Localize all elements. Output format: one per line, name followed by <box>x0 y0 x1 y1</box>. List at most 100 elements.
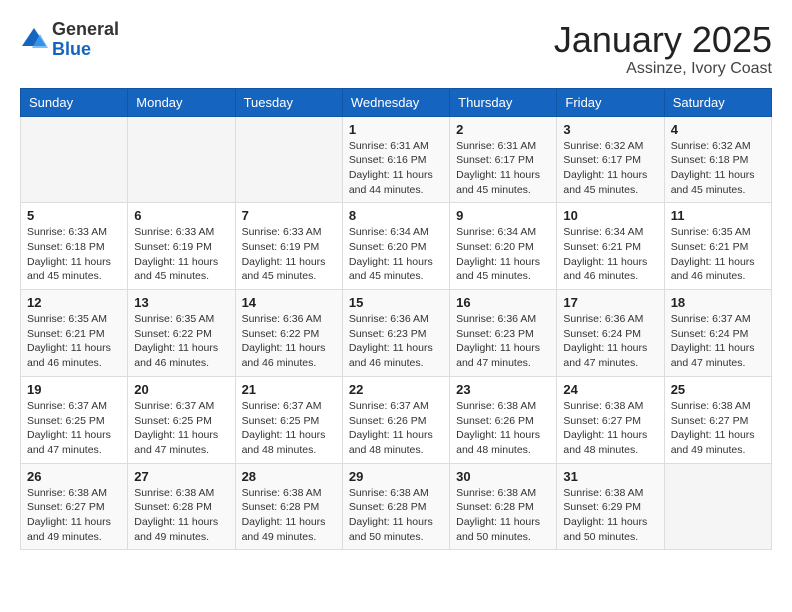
day-info: Sunrise: 6:36 AM Sunset: 6:22 PM Dayligh… <box>242 312 336 371</box>
day-info: Sunrise: 6:32 AM Sunset: 6:18 PM Dayligh… <box>671 139 765 198</box>
day-number: 18 <box>671 295 765 310</box>
calendar-cell: 9 Sunrise: 6:34 AM Sunset: 6:20 PM Daylig… <box>450 203 557 290</box>
page-header: General Blue January 2025 Assinze, Ivory… <box>20 20 772 78</box>
day-info: Sunrise: 6:38 AM Sunset: 6:27 PM Dayligh… <box>563 399 657 458</box>
day-number: 17 <box>563 295 657 310</box>
logo-icon <box>20 26 48 54</box>
day-info: Sunrise: 6:38 AM Sunset: 6:27 PM Dayligh… <box>27 486 121 545</box>
calendar-cell <box>21 116 128 203</box>
logo-blue-text: Blue <box>52 39 91 59</box>
day-number: 15 <box>349 295 443 310</box>
day-info: Sunrise: 6:35 AM Sunset: 6:22 PM Dayligh… <box>134 312 228 371</box>
day-info: Sunrise: 6:35 AM Sunset: 6:21 PM Dayligh… <box>27 312 121 371</box>
day-number: 7 <box>242 208 336 223</box>
day-info: Sunrise: 6:38 AM Sunset: 6:28 PM Dayligh… <box>456 486 550 545</box>
calendar-table: SundayMondayTuesdayWednesdayThursdayFrid… <box>20 88 772 551</box>
calendar-cell: 10 Sunrise: 6:34 AM Sunset: 6:21 PM Dayli… <box>557 203 664 290</box>
day-info: Sunrise: 6:37 AM Sunset: 6:26 PM Dayligh… <box>349 399 443 458</box>
day-info: Sunrise: 6:35 AM Sunset: 6:21 PM Dayligh… <box>671 225 765 284</box>
calendar-cell: 21 Sunrise: 6:37 AM Sunset: 6:25 PM Dayli… <box>235 376 342 463</box>
day-number: 5 <box>27 208 121 223</box>
weekday-header-saturday: Saturday <box>664 88 771 116</box>
calendar-cell: 23 Sunrise: 6:38 AM Sunset: 6:26 PM Dayli… <box>450 376 557 463</box>
day-info: Sunrise: 6:34 AM Sunset: 6:21 PM Dayligh… <box>563 225 657 284</box>
calendar-cell: 4 Sunrise: 6:32 AM Sunset: 6:18 PM Daylig… <box>664 116 771 203</box>
weekday-header-sunday: Sunday <box>21 88 128 116</box>
calendar-cell: 7Sunrise: 6:33 AM Sunset: 6:19 PM Daylig… <box>235 203 342 290</box>
calendar-cell: 16 Sunrise: 6:36 AM Sunset: 6:23 PM Dayli… <box>450 290 557 377</box>
day-info: Sunrise: 6:33 AM Sunset: 6:19 PM Dayligh… <box>134 225 228 284</box>
logo: General Blue <box>20 20 119 60</box>
day-number: 1 <box>349 122 443 137</box>
weekday-header-wednesday: Wednesday <box>342 88 449 116</box>
calendar-cell: 20Sunrise: 6:37 AM Sunset: 6:25 PM Dayli… <box>128 376 235 463</box>
day-number: 27 <box>134 469 228 484</box>
calendar-cell: 11 Sunrise: 6:35 AM Sunset: 6:21 PM Dayli… <box>664 203 771 290</box>
calendar-week-5: 26 Sunrise: 6:38 AM Sunset: 6:27 PM Dayli… <box>21 463 772 550</box>
month-title: January 2025 <box>554 20 772 60</box>
weekday-header-tuesday: Tuesday <box>235 88 342 116</box>
day-number: 28 <box>242 469 336 484</box>
calendar-cell: 15 Sunrise: 6:36 AM Sunset: 6:23 PM Dayli… <box>342 290 449 377</box>
day-number: 25 <box>671 382 765 397</box>
day-info: Sunrise: 6:38 AM Sunset: 6:29 PM Dayligh… <box>563 486 657 545</box>
calendar-cell: 19 Sunrise: 6:37 AM Sunset: 6:25 PM Dayli… <box>21 376 128 463</box>
calendar-week-2: 5 Sunrise: 6:33 AM Sunset: 6:18 PM Daylig… <box>21 203 772 290</box>
weekday-header-row: SundayMondayTuesdayWednesdayThursdayFrid… <box>21 88 772 116</box>
day-number: 22 <box>349 382 443 397</box>
calendar-cell: 31 Sunrise: 6:38 AM Sunset: 6:29 PM Dayli… <box>557 463 664 550</box>
calendar-cell: 3Sunrise: 6:32 AM Sunset: 6:17 PM Daylig… <box>557 116 664 203</box>
weekday-header-friday: Friday <box>557 88 664 116</box>
calendar-cell: 8Sunrise: 6:34 AM Sunset: 6:20 PM Daylig… <box>342 203 449 290</box>
calendar-cell: 17 Sunrise: 6:36 AM Sunset: 6:24 PM Dayli… <box>557 290 664 377</box>
day-info: Sunrise: 6:34 AM Sunset: 6:20 PM Dayligh… <box>349 225 443 284</box>
day-number: 30 <box>456 469 550 484</box>
calendar-cell: 27 Sunrise: 6:38 AM Sunset: 6:28 PM Dayli… <box>128 463 235 550</box>
day-info: Sunrise: 6:38 AM Sunset: 6:28 PM Dayligh… <box>349 486 443 545</box>
day-number: 10 <box>563 208 657 223</box>
day-number: 21 <box>242 382 336 397</box>
calendar-cell: 28 Sunrise: 6:38 AM Sunset: 6:28 PM Dayli… <box>235 463 342 550</box>
calendar-cell: 5 Sunrise: 6:33 AM Sunset: 6:18 PM Daylig… <box>21 203 128 290</box>
weekday-header-thursday: Thursday <box>450 88 557 116</box>
day-number: 24 <box>563 382 657 397</box>
calendar-cell: 18Sunrise: 6:37 AM Sunset: 6:24 PM Dayli… <box>664 290 771 377</box>
day-info: Sunrise: 6:38 AM Sunset: 6:27 PM Dayligh… <box>671 399 765 458</box>
day-info: Sunrise: 6:36 AM Sunset: 6:24 PM Dayligh… <box>563 312 657 371</box>
day-number: 31 <box>563 469 657 484</box>
day-number: 16 <box>456 295 550 310</box>
day-number: 19 <box>27 382 121 397</box>
calendar-cell: 26 Sunrise: 6:38 AM Sunset: 6:27 PM Dayli… <box>21 463 128 550</box>
day-number: 9 <box>456 208 550 223</box>
calendar-cell: 30 Sunrise: 6:38 AM Sunset: 6:28 PM Dayli… <box>450 463 557 550</box>
day-info: Sunrise: 6:33 AM Sunset: 6:18 PM Dayligh… <box>27 225 121 284</box>
day-number: 11 <box>671 208 765 223</box>
day-info: Sunrise: 6:37 AM Sunset: 6:25 PM Dayligh… <box>242 399 336 458</box>
calendar-cell <box>235 116 342 203</box>
day-number: 13 <box>134 295 228 310</box>
calendar-cell <box>664 463 771 550</box>
day-info: Sunrise: 6:34 AM Sunset: 6:20 PM Dayligh… <box>456 225 550 284</box>
day-number: 2 <box>456 122 550 137</box>
day-number: 26 <box>27 469 121 484</box>
day-info: Sunrise: 6:36 AM Sunset: 6:23 PM Dayligh… <box>349 312 443 371</box>
day-info: Sunrise: 6:31 AM Sunset: 6:17 PM Dayligh… <box>456 139 550 198</box>
day-number: 12 <box>27 295 121 310</box>
calendar-week-3: 12 Sunrise: 6:35 AM Sunset: 6:21 PM Dayli… <box>21 290 772 377</box>
day-info: Sunrise: 6:38 AM Sunset: 6:26 PM Dayligh… <box>456 399 550 458</box>
day-info: Sunrise: 6:37 AM Sunset: 6:25 PM Dayligh… <box>27 399 121 458</box>
day-number: 23 <box>456 382 550 397</box>
calendar-cell: 6 Sunrise: 6:33 AM Sunset: 6:19 PM Daylig… <box>128 203 235 290</box>
day-info: Sunrise: 6:38 AM Sunset: 6:28 PM Dayligh… <box>134 486 228 545</box>
calendar-cell: 1 Sunrise: 6:31 AM Sunset: 6:16 PM Daylig… <box>342 116 449 203</box>
calendar-week-4: 19 Sunrise: 6:37 AM Sunset: 6:25 PM Dayli… <box>21 376 772 463</box>
calendar-cell: 22 Sunrise: 6:37 AM Sunset: 6:26 PM Dayli… <box>342 376 449 463</box>
day-info: Sunrise: 6:38 AM Sunset: 6:28 PM Dayligh… <box>242 486 336 545</box>
calendar-cell: 2 Sunrise: 6:31 AM Sunset: 6:17 PM Daylig… <box>450 116 557 203</box>
day-info: Sunrise: 6:36 AM Sunset: 6:23 PM Dayligh… <box>456 312 550 371</box>
day-number: 6 <box>134 208 228 223</box>
day-number: 20 <box>134 382 228 397</box>
calendar-cell: 25 Sunrise: 6:38 AM Sunset: 6:27 PM Dayli… <box>664 376 771 463</box>
day-number: 4 <box>671 122 765 137</box>
day-info: Sunrise: 6:31 AM Sunset: 6:16 PM Dayligh… <box>349 139 443 198</box>
